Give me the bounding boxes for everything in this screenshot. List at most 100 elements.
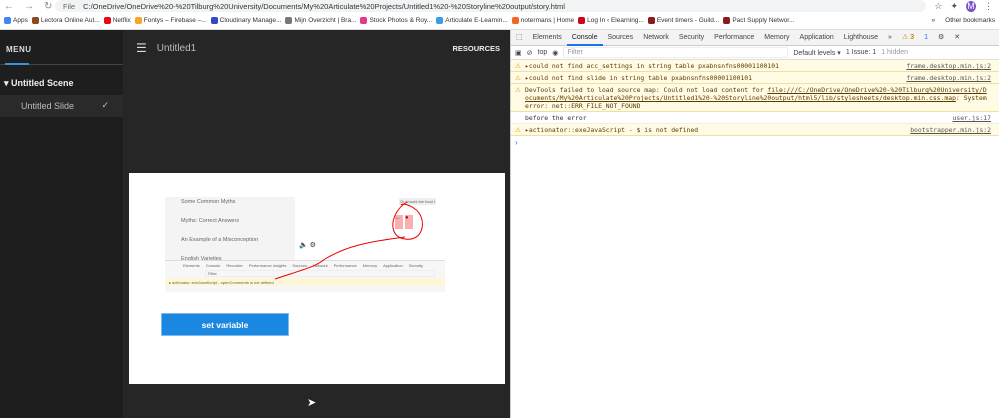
source-link[interactable]: bootstrapper.min.js:2	[910, 126, 991, 134]
warning-icon: ⚠	[515, 75, 521, 82]
bookmark-item[interactable]: Lectora Online Aut...	[31, 17, 100, 24]
tab-security[interactable]: Security	[674, 30, 709, 46]
puzzle-icon[interactable]: ✦	[950, 1, 958, 12]
bookmark-icon	[134, 17, 142, 24]
scene-label: Untitled Scene	[11, 78, 74, 88]
forward-button[interactable]: →	[24, 1, 34, 12]
warning-icon: ⚠	[515, 87, 521, 94]
more-icon[interactable]: ⋮	[984, 1, 993, 12]
bookmark-item[interactable]: Apps	[4, 17, 28, 24]
message-text: before the error	[525, 114, 587, 122]
bookmark-item[interactable]: Pact Supply Networ...	[723, 17, 794, 24]
bookmark-item[interactable]: Cloudinary Manage...	[210, 17, 282, 24]
tab-network[interactable]: Network	[638, 30, 674, 46]
bookmark-icon	[511, 17, 519, 24]
message-text: ▸actionator::exeJavaScript - $ is not de…	[525, 126, 699, 134]
tab-performance[interactable]: Performance	[709, 30, 759, 46]
sidebar-toggle-icon[interactable]: ▣	[515, 49, 522, 57]
hamburger-icon[interactable]: ☰	[136, 41, 147, 55]
tab-more[interactable]: »	[883, 30, 897, 46]
bookmark-icon	[210, 17, 218, 24]
bookmark-label: Log In ‹ Elearning...	[587, 17, 644, 24]
mouse-cursor: ➤	[307, 397, 317, 409]
settings-icon[interactable]: ⚙	[933, 30, 949, 46]
warnings-badge[interactable]: ⚠ 3	[897, 30, 919, 46]
message-text: DevTools failed to load source map: Coul…	[525, 86, 768, 94]
levels-dropdown[interactable]: Default levels ▾	[793, 49, 840, 57]
issues-button[interactable]: 1 Issue: 1	[846, 49, 876, 56]
player-main: ☰ Untitled1 RESOURCES Some Common Myths My…	[123, 30, 510, 418]
address-bar[interactable]: File C:/OneDrive/OneDrive%20-%20Tilburg%2…	[55, 0, 927, 12]
bookmark-item[interactable]: Fontys – Firebase –...	[134, 17, 207, 24]
bookmark-icon	[4, 17, 11, 24]
bookmark-item[interactable]: Stock Photos & Roy...	[360, 17, 432, 24]
back-button[interactable]: ←	[4, 1, 14, 12]
bookmark-item[interactable]: Event timers - Guild...	[647, 17, 719, 24]
tab-console[interactable]: Console	[566, 30, 603, 46]
red-annotation	[274, 201, 423, 280]
tab-lighthouse[interactable]: Lighthouse	[839, 30, 883, 46]
bookmark-label: Lectora Online Aut...	[40, 17, 100, 24]
menu-tab[interactable]: MENU	[0, 30, 123, 65]
bookmark-item[interactable]: Mijn Overzicht | Bra...	[285, 17, 356, 24]
course-title: Untitled1	[156, 42, 197, 54]
player-sidebar: MENU ▾ Untitled Scene Untitled Slide ✓	[0, 30, 123, 418]
bookmark-icon	[360, 17, 368, 24]
console-message[interactable]: ⚠ ▸could not find slide in string table p…	[511, 72, 999, 84]
other-bookmarks[interactable]: Other bookmarks	[945, 17, 995, 24]
source-link[interactable]: frame.desktop.min.js:2	[906, 74, 991, 82]
bookmarks-bar: Apps Lectora Online Aut... Netflix Fontys –…	[0, 12, 999, 30]
source-link[interactable]: user.js:17	[953, 114, 991, 122]
clear-console-icon[interactable]: ⊘	[527, 49, 533, 57]
url-text: C:/OneDrive/OneDrive%20-%20Tilburg%20Uni…	[83, 1, 565, 11]
filter-input[interactable]: Filter	[563, 47, 789, 58]
console-message[interactable]: ⚠ ▸actionator::exeJavaScript - $ is not d…	[511, 124, 999, 136]
tab-memory[interactable]: Memory	[759, 30, 794, 46]
check-icon: ✓	[101, 100, 109, 110]
bookmark-label: Apps	[13, 17, 28, 24]
hidden-count: 1 hidden	[881, 49, 909, 56]
slide-item[interactable]: Untitled Slide ✓	[0, 95, 123, 117]
bookmark-item[interactable]: Articulate E-Learnin...	[436, 17, 508, 24]
warning-icon: ⚠	[515, 127, 521, 134]
inspect-icon[interactable]: ⬚	[511, 30, 528, 46]
bookmark-label: notermans | Home	[520, 17, 575, 24]
extensions: ☆ ✦ M ⋮	[934, 0, 999, 12]
source-link[interactable]: frame.desktop.min.js:2	[906, 62, 991, 70]
devtools-panel: ⬚ Elements Console Sources Network Security P…	[510, 30, 999, 418]
star-icon[interactable]: ☆	[934, 1, 942, 12]
resources-button[interactable]: RESOURCES	[452, 44, 500, 53]
bookmark-label: Stock Photos & Roy...	[369, 17, 433, 24]
bookmark-label: Mijn Overzicht | Bra...	[294, 17, 357, 24]
tab-application[interactable]: Application	[795, 30, 839, 46]
bookmark-icon	[103, 17, 111, 24]
console-prompt[interactable]: ›	[511, 136, 999, 149]
close-icon[interactable]: ✕	[949, 30, 965, 46]
bookmark-item[interactable]: Netflix	[103, 17, 131, 24]
warning-icon: ⚠	[515, 63, 521, 70]
profile-avatar[interactable]: M	[966, 0, 976, 12]
context-select[interactable]: top	[538, 49, 548, 56]
bookmark-label: Fontys – Firebase –...	[143, 17, 207, 24]
console-message[interactable]: ⚠ DevTools failed to load source map: Cou…	[511, 84, 999, 112]
scene-item[interactable]: ▾ Untitled Scene	[0, 65, 123, 95]
bookmark-label: Articulate E-Learnin...	[445, 17, 508, 24]
set-variable-button[interactable]: set variable	[161, 313, 289, 336]
embedded-screenshot: Some Common Myths Myths: Correct Answers…	[165, 197, 445, 292]
bookmark-icon	[723, 17, 731, 24]
console-message[interactable]: before the error user.js:17	[511, 112, 999, 124]
bookmark-label: Cloudinary Manage...	[219, 17, 282, 24]
eye-icon[interactable]: ◉	[552, 49, 558, 57]
more-bookmarks-button[interactable]: »	[932, 17, 936, 24]
tab-sources[interactable]: Sources	[603, 30, 639, 46]
warning-count: 3	[910, 33, 915, 41]
bookmark-item[interactable]: Log In ‹ Elearning...	[578, 17, 644, 24]
bookmark-item[interactable]: notermans | Home	[511, 17, 575, 24]
console-message[interactable]: ⚠ ▸could not find acc_settings in string …	[511, 60, 999, 72]
bookmark-icon	[436, 17, 444, 24]
bookmark-icon	[285, 17, 293, 24]
messages-badge[interactable]: 1	[919, 30, 933, 46]
reload-button[interactable]: ↻	[44, 1, 52, 12]
bookmark-icon	[647, 17, 655, 24]
tab-elements[interactable]: Elements	[528, 30, 567, 46]
